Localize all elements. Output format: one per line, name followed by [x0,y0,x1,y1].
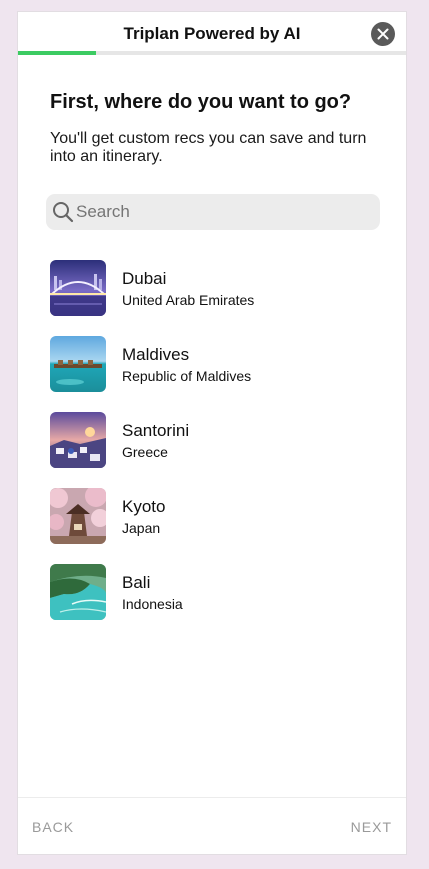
bali-photo [50,564,106,620]
trip-planner-modal: Triplan Powered by AI First, where do yo… [17,11,407,855]
page-heading: First, where do you want to go? [50,91,352,113]
progress-bar [18,51,406,55]
destination-name: Kyoto [122,497,166,516]
destination-country: Greece [122,444,168,460]
destination-country: Japan [122,520,161,536]
santorini-photo [50,412,106,468]
destination-name: Maldives [122,345,190,364]
destination-name: Dubai [122,269,167,288]
search-input[interactable] [76,194,366,230]
destination-country: Indonesia [122,596,183,612]
search-box[interactable] [46,194,380,230]
kyoto-photo [50,488,106,544]
back-button[interactable]: BACK [32,819,74,835]
page-subtext: You'll get custom recs you can save and … [50,130,367,165]
destination-item-santorini[interactable]: Santorini Greece [50,412,370,468]
progress-bar-fill [18,51,96,55]
destination-name: Bali [122,573,151,592]
destination-country: United Arab Emirates [122,292,255,308]
dubai-photo [50,260,106,316]
destination-item-bali[interactable]: Bali Indonesia [50,564,370,620]
next-button[interactable]: NEXT [351,819,392,835]
destination-item-dubai[interactable]: Dubai United Arab Emirates [50,260,370,316]
close-icon [377,28,389,40]
close-button[interactable] [371,22,395,46]
maldives-photo [50,336,106,392]
modal-header: Triplan Powered by AI [18,12,406,56]
destination-name: Santorini [122,421,190,440]
destination-country: Republic of Maldives [122,368,252,384]
destination-item-kyoto[interactable]: Kyoto Japan [50,488,370,544]
modal-title: Triplan Powered by AI [123,24,301,43]
destination-item-maldives[interactable]: Maldives Republic of Maldives [50,336,370,392]
destination-list: Dubai United Arab Emirates Maldives Repu… [50,260,370,640]
search-icon [53,202,74,223]
modal-footer: BACK NEXT [18,797,406,854]
